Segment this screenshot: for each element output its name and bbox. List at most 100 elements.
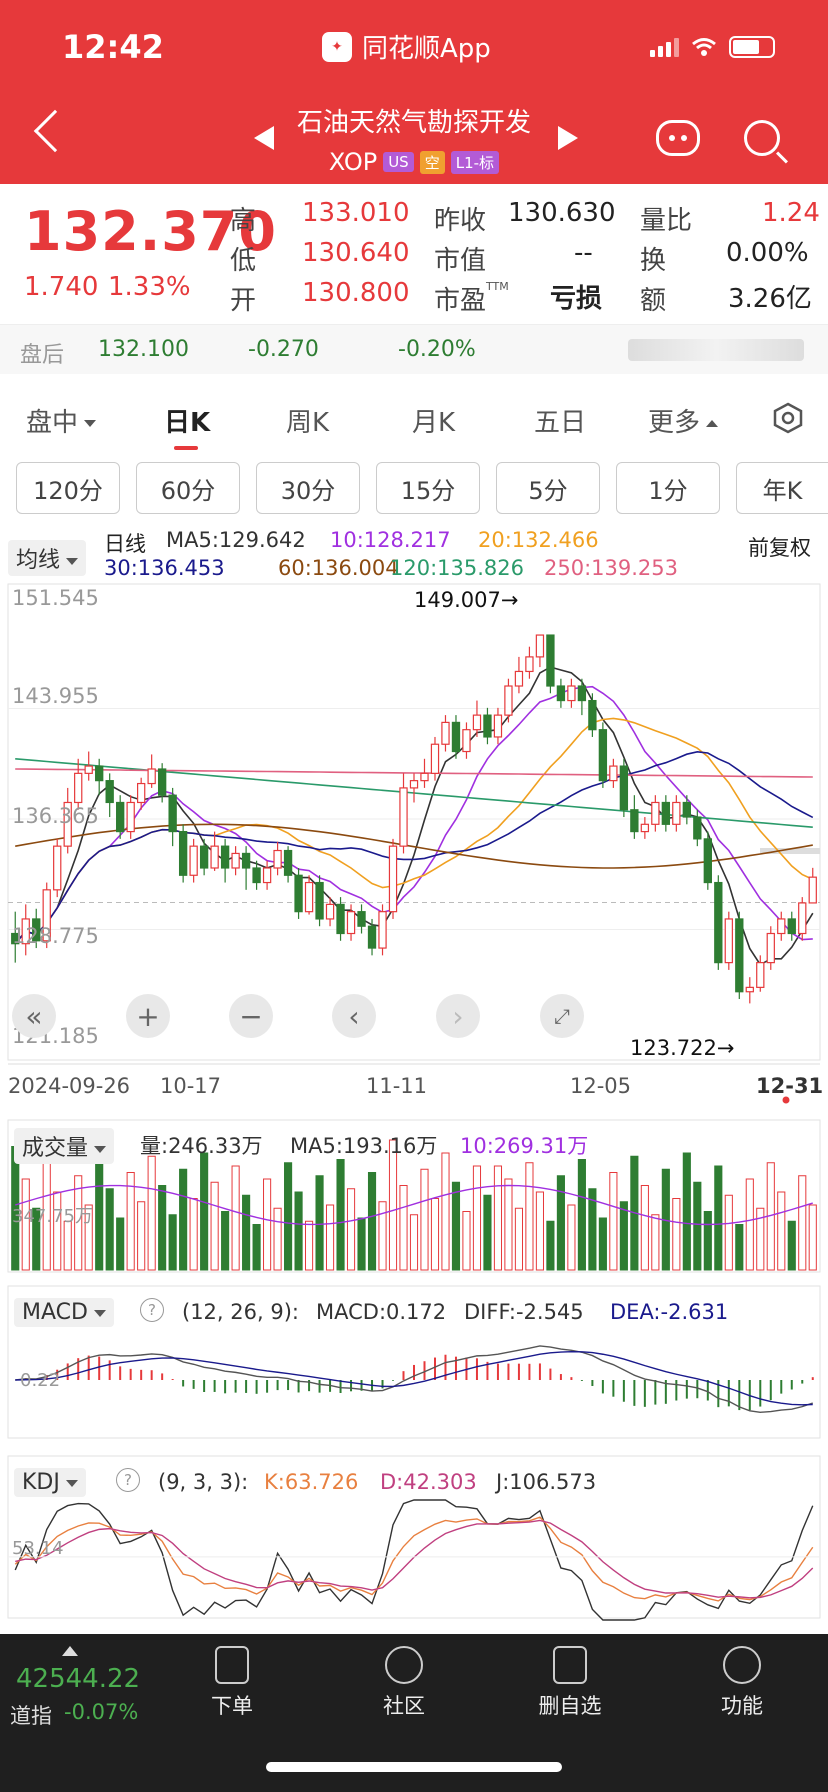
zoom-in-icon[interactable]: + bbox=[126, 994, 170, 1038]
volume-bar bbox=[640, 1185, 649, 1271]
candle-body bbox=[640, 823, 650, 833]
volume-bar bbox=[430, 1198, 440, 1271]
kline-chart[interactable] bbox=[0, 0, 828, 1634]
macd-value: MACD:0.172 bbox=[316, 1300, 447, 1324]
y-label-3: 136.365 bbox=[12, 804, 99, 828]
volume-bar bbox=[210, 1181, 219, 1271]
min-price-label: 123.722→ bbox=[630, 1036, 735, 1060]
candle-body bbox=[609, 765, 618, 782]
volume-bar bbox=[714, 1165, 723, 1271]
candle-body bbox=[472, 714, 482, 731]
candle-body bbox=[84, 765, 93, 774]
volume-ma5: MA5:193.16万 bbox=[290, 1134, 438, 1158]
macd-indicator-select[interactable]: MACD bbox=[14, 1298, 114, 1327]
candle-body bbox=[514, 670, 524, 687]
candle-body bbox=[703, 838, 712, 884]
volume-bar bbox=[147, 1155, 156, 1271]
volume-bar bbox=[399, 1185, 408, 1271]
volume-bar bbox=[441, 1152, 450, 1271]
candle-body bbox=[798, 902, 807, 935]
kdj-d: D:42.303 bbox=[380, 1470, 477, 1494]
x-label-3: 11-11 bbox=[366, 1074, 428, 1098]
candle-body bbox=[672, 801, 681, 825]
candle-body bbox=[546, 634, 555, 687]
candle-body bbox=[95, 765, 104, 782]
scroll-left-icon[interactable]: ‹ bbox=[332, 994, 376, 1038]
volume-bar bbox=[409, 1214, 419, 1271]
volume-indicator-select[interactable]: 成交量 bbox=[14, 1128, 115, 1164]
volume-bar bbox=[294, 1191, 303, 1271]
volume-bar bbox=[556, 1175, 565, 1271]
volume-bar bbox=[336, 1159, 345, 1271]
candle-body bbox=[399, 787, 408, 847]
candle-body bbox=[273, 849, 282, 869]
volume-bar bbox=[315, 1175, 324, 1271]
community-icon bbox=[385, 1646, 423, 1684]
volume-bar bbox=[158, 1185, 167, 1271]
volume-bar bbox=[105, 1188, 114, 1271]
candle-body bbox=[619, 765, 629, 811]
candle-body bbox=[420, 772, 429, 782]
zoom-out-icon[interactable]: − bbox=[229, 994, 273, 1038]
fullscreen-icon[interactable]: ⤢ bbox=[540, 994, 584, 1038]
x-label-5: 12-31 bbox=[756, 1074, 824, 1098]
bottom-nav: 42544.22 道指 -0.07% 下单 社区 删自选 功能 bbox=[0, 1634, 828, 1792]
macd-axis-label: 0.22 bbox=[20, 1370, 61, 1391]
candle-body bbox=[714, 881, 723, 964]
volume-bar bbox=[263, 1178, 272, 1271]
volume-bar bbox=[116, 1217, 125, 1271]
macd-help-icon[interactable]: ? bbox=[140, 1298, 164, 1322]
x-label-4: 12-05 bbox=[570, 1074, 632, 1098]
volume-bar bbox=[787, 1220, 796, 1271]
candle-body bbox=[262, 867, 272, 884]
home-indicator bbox=[266, 1762, 562, 1772]
candle-body bbox=[504, 685, 513, 716]
volume-bar bbox=[221, 1211, 230, 1271]
index-value[interactable]: 42544.22 bbox=[16, 1664, 140, 1694]
max-price-label: 149.007→ bbox=[414, 588, 519, 612]
candle-body bbox=[682, 801, 691, 818]
nav-place-order[interactable]: 下单 bbox=[172, 1646, 292, 1720]
candle-body bbox=[588, 699, 597, 731]
volume-value: 量:246.33万 bbox=[140, 1134, 263, 1158]
volume-bar bbox=[798, 1175, 807, 1271]
collapse-icon[interactable]: « bbox=[12, 994, 56, 1038]
volume-bar bbox=[252, 1224, 261, 1271]
candle-body bbox=[199, 845, 209, 869]
scroll-right-icon[interactable]: › bbox=[436, 994, 480, 1038]
candle-body bbox=[451, 721, 461, 753]
volume-bar bbox=[504, 1178, 513, 1271]
volume-bar bbox=[137, 1201, 146, 1271]
volume-bar bbox=[651, 1214, 660, 1271]
candle-body bbox=[147, 768, 156, 785]
order-icon bbox=[215, 1646, 249, 1684]
candle-body bbox=[567, 685, 576, 702]
volume-bar bbox=[808, 1204, 817, 1271]
candle-body bbox=[724, 918, 733, 964]
candle-body bbox=[357, 911, 366, 927]
candle-body bbox=[252, 867, 261, 884]
volume-bar bbox=[284, 1162, 293, 1271]
volume-bar bbox=[514, 1207, 524, 1271]
kdj-indicator-select[interactable]: KDJ bbox=[14, 1468, 86, 1497]
index-name: 道指 bbox=[10, 1704, 52, 1728]
volume-bar bbox=[546, 1220, 555, 1271]
candle-body bbox=[210, 845, 219, 869]
volume-bar bbox=[168, 1214, 177, 1271]
candle-body bbox=[178, 830, 188, 876]
volume-bar bbox=[609, 1172, 618, 1271]
kdj-help-icon[interactable]: ? bbox=[116, 1468, 140, 1492]
kdj-j-line bbox=[14, 1499, 814, 1621]
volume-bar bbox=[693, 1181, 702, 1271]
candle-body bbox=[577, 685, 587, 702]
candle-body bbox=[556, 685, 566, 702]
index-expand-icon[interactable] bbox=[62, 1646, 78, 1656]
candle-body bbox=[462, 729, 471, 753]
volume-bar bbox=[63, 1220, 72, 1271]
nav-community[interactable]: 社区 bbox=[344, 1646, 464, 1720]
volume-bar bbox=[367, 1172, 377, 1271]
nav-functions[interactable]: 功能 bbox=[682, 1646, 802, 1720]
nav-remove-watchlist[interactable]: 删自选 bbox=[510, 1646, 630, 1720]
volume-bar bbox=[462, 1211, 471, 1271]
functions-icon bbox=[723, 1646, 761, 1684]
